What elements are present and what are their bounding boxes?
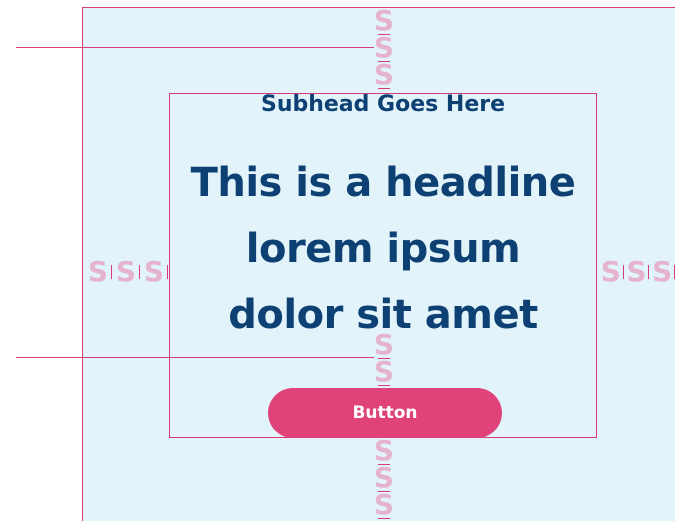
spacing-token: S [373, 488, 395, 521]
subhead: Subhead Goes Here [260, 92, 506, 117]
spacing-token: S [84, 258, 112, 286]
spacing-token: S [649, 258, 675, 286]
spacing-marker-right: S S S [598, 258, 675, 286]
spacing-marker-bottom: S S S [373, 438, 395, 521]
headline-line: lorem ipsum [245, 226, 521, 272]
headline: This is a headline lorem ipsum dolor sit… [169, 150, 597, 348]
spacing-marker-left: S S S [84, 258, 169, 286]
guide-line-left [82, 7, 83, 521]
spacing-token: S [140, 258, 168, 286]
design-canvas: S S S S S S S S S S S S S S Subhead Goes… [0, 0, 675, 521]
cta-button[interactable]: Button [268, 388, 502, 438]
guide-line-top [16, 47, 374, 48]
headline-line: This is a headline [190, 160, 576, 206]
spacing-token: S [598, 258, 624, 286]
spacing-token: S [624, 258, 650, 286]
spacing-token: S [112, 258, 140, 286]
headline-line: dolor sit amet [228, 292, 538, 338]
spacing-token: S [373, 58, 395, 91]
spacing-marker-top: S S S [373, 8, 395, 94]
